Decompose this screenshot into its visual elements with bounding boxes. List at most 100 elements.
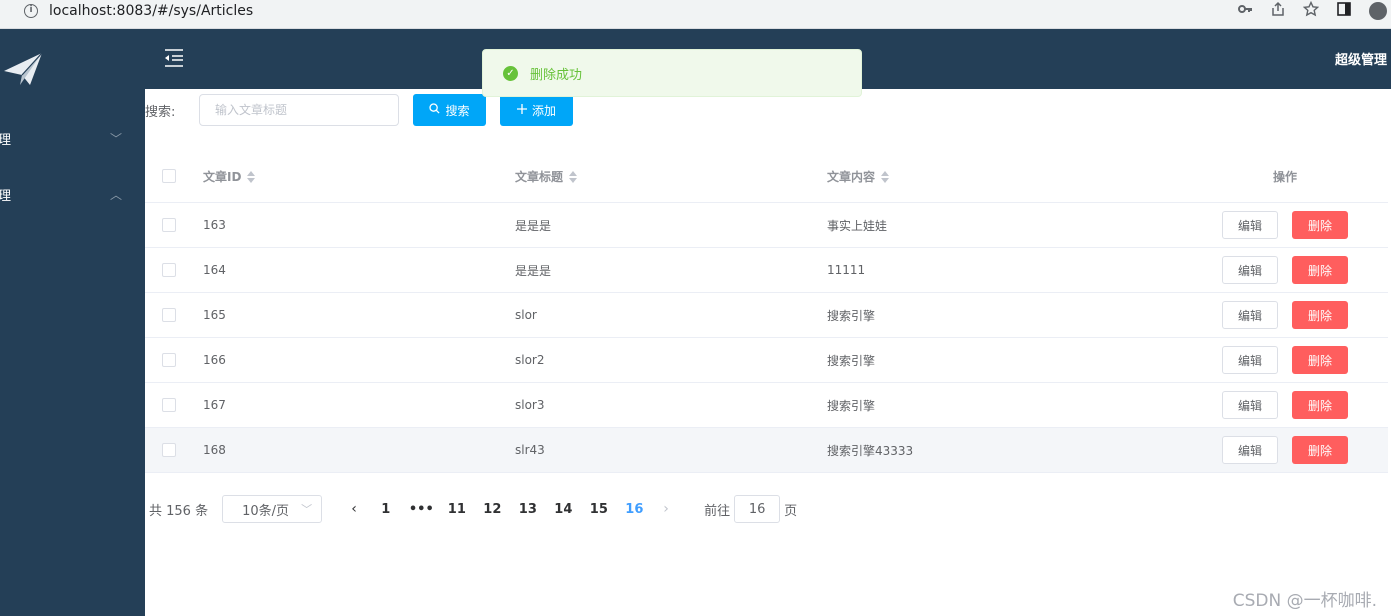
cell-content: 搜索引擎 bbox=[827, 353, 876, 368]
search-input[interactable] bbox=[199, 94, 399, 126]
add-button[interactable]: 添加 bbox=[500, 94, 573, 126]
cell-content: 搜索引擎43333 bbox=[827, 443, 914, 458]
column-header-label: 文章ID bbox=[203, 169, 242, 184]
sidebar-item-1[interactable]: 理 ﹀ bbox=[0, 110, 145, 166]
table-header-row: 文章ID 文章标题 文章内容 操作 bbox=[145, 150, 1388, 203]
edit-button[interactable]: 编辑 bbox=[1222, 301, 1278, 329]
watermark: CSDN @一杯咖啡. bbox=[1232, 591, 1377, 611]
column-header-label: 文章标题 bbox=[515, 169, 564, 184]
table-row: 166 slor2 搜索引擎 编辑 删除 bbox=[145, 338, 1388, 383]
table-row: 165 slor 搜索引擎 编辑 删除 bbox=[145, 293, 1388, 338]
next-page-button[interactable]: › bbox=[652, 501, 680, 517]
sidepanel-icon[interactable] bbox=[1336, 1, 1352, 21]
cell-id: 164 bbox=[203, 263, 226, 277]
profile-avatar-icon[interactable] bbox=[1369, 2, 1387, 20]
cell-content: 搜索引擎 bbox=[827, 398, 876, 413]
delete-button[interactable]: 删除 bbox=[1292, 436, 1348, 464]
page-number[interactable]: 1 bbox=[368, 502, 404, 517]
page-number[interactable]: 13 bbox=[510, 502, 546, 517]
row-checkbox[interactable] bbox=[162, 353, 176, 367]
url-text[interactable]: localhost:8083/#/sys/Articles bbox=[49, 3, 253, 19]
edit-button[interactable]: 编辑 bbox=[1222, 211, 1278, 239]
page-size-select[interactable]: 10条/页 ﹀ bbox=[222, 495, 323, 523]
row-checkbox[interactable] bbox=[162, 308, 176, 322]
row-checkbox[interactable] bbox=[162, 218, 176, 232]
user-menu[interactable]: 超级管理 bbox=[1335, 49, 1387, 68]
cell-id: 166 bbox=[203, 353, 226, 367]
cell-title: slor2 bbox=[515, 353, 545, 367]
column-header-title[interactable]: 文章标题 bbox=[515, 168, 578, 185]
browser-bar: i localhost:8083/#/sys/Articles bbox=[0, 0, 1391, 29]
chevron-down-icon: ﹀ bbox=[301, 503, 313, 516]
page-ellipsis[interactable]: ••• bbox=[404, 502, 440, 517]
chevron-up-icon: ︿ bbox=[110, 187, 123, 202]
success-check-icon: ✓ bbox=[503, 65, 518, 81]
delete-button[interactable]: 删除 bbox=[1292, 346, 1348, 374]
table-row: 167 slor3 搜索引擎 编辑 删除 bbox=[145, 383, 1388, 428]
page-number[interactable]: 15 bbox=[581, 502, 617, 517]
search-label: 搜索: bbox=[145, 105, 176, 120]
edit-button[interactable]: 编辑 bbox=[1222, 346, 1278, 374]
delete-button[interactable]: 删除 bbox=[1292, 211, 1348, 239]
delete-button[interactable]: 删除 bbox=[1292, 256, 1348, 284]
page-number[interactable]: 11 bbox=[439, 502, 475, 517]
delete-button[interactable]: 删除 bbox=[1292, 391, 1348, 419]
delete-button[interactable]: 删除 bbox=[1292, 301, 1348, 329]
cell-title: slor bbox=[515, 308, 537, 322]
cell-title: slor3 bbox=[515, 398, 545, 412]
site-info-icon[interactable]: i bbox=[24, 4, 38, 18]
sidebar-item-2[interactable]: 理 ︿ bbox=[0, 166, 145, 222]
cell-id: 168 bbox=[203, 443, 226, 457]
goto-prefix: 前往 bbox=[704, 503, 731, 519]
edit-button[interactable]: 编辑 bbox=[1222, 256, 1278, 284]
pagination: 共 156 条 10条/页 ﹀ ‹ 1 ••• 11 12 13 14 15 1… bbox=[149, 495, 797, 523]
success-toast: ✓ 删除成功 bbox=[482, 49, 862, 97]
star-icon[interactable] bbox=[1302, 0, 1320, 21]
key-icon[interactable] bbox=[1237, 1, 1253, 21]
cell-title: 是是是 bbox=[515, 218, 552, 233]
articles-table: 文章ID 文章标题 文章内容 操作 163 是是是 事实上娃娃 编辑 删除 16… bbox=[145, 150, 1388, 473]
search-button[interactable]: 搜索 bbox=[413, 94, 486, 126]
sort-caret-icon[interactable] bbox=[881, 171, 890, 183]
cell-content: 事实上娃娃 bbox=[827, 218, 888, 233]
cell-content: 11111 bbox=[827, 263, 866, 277]
goto-suffix: 页 bbox=[784, 503, 798, 519]
page-number[interactable]: 14 bbox=[546, 502, 582, 517]
plus-icon bbox=[516, 103, 527, 117]
cell-id: 163 bbox=[203, 218, 226, 232]
collapse-menu-icon[interactable] bbox=[163, 47, 185, 69]
page-number[interactable]: 12 bbox=[475, 502, 511, 517]
sidebar: 理 ﹀ 理 ︿ bbox=[0, 29, 145, 616]
column-header-id[interactable]: 文章ID bbox=[203, 168, 256, 185]
pagination-total: 共 156 条 bbox=[149, 503, 209, 519]
prev-page-button[interactable]: ‹ bbox=[340, 501, 368, 517]
cell-id: 167 bbox=[203, 398, 226, 412]
edit-button[interactable]: 编辑 bbox=[1222, 391, 1278, 419]
row-checkbox[interactable] bbox=[162, 443, 176, 457]
cell-content: 搜索引擎 bbox=[827, 308, 876, 323]
toast-message: 删除成功 bbox=[530, 67, 583, 83]
select-all-checkbox[interactable] bbox=[162, 169, 176, 183]
column-header-operations: 操作 bbox=[1273, 169, 1298, 184]
table-row: 168 slr43 搜索引擎43333 编辑 删除 bbox=[145, 428, 1388, 473]
search-icon bbox=[429, 103, 441, 117]
sort-caret-icon[interactable] bbox=[569, 171, 578, 183]
share-icon[interactable] bbox=[1270, 1, 1286, 21]
cell-title: slr43 bbox=[515, 443, 545, 457]
page-size-value: 10条/页 bbox=[242, 503, 290, 519]
chevron-down-icon: ﹀ bbox=[110, 131, 123, 146]
sidebar-item-label: 理 bbox=[0, 132, 12, 148]
address-bar[interactable]: i localhost:8083/#/sys/Articles bbox=[10, 0, 1236, 22]
table-row: 163 是是是 事实上娃娃 编辑 删除 bbox=[145, 203, 1388, 248]
cell-title: 是是是 bbox=[515, 263, 552, 278]
paper-plane-logo-icon bbox=[4, 51, 44, 90]
sort-caret-icon[interactable] bbox=[247, 171, 256, 183]
edit-button[interactable]: 编辑 bbox=[1222, 436, 1278, 464]
row-checkbox[interactable] bbox=[162, 398, 176, 412]
search-button-label: 搜索 bbox=[445, 103, 470, 118]
column-header-content[interactable]: 文章内容 bbox=[827, 168, 890, 185]
goto-page-input[interactable] bbox=[734, 495, 781, 523]
sidebar-item-label: 理 bbox=[0, 188, 12, 204]
page-number-current[interactable]: 16 bbox=[617, 502, 653, 517]
row-checkbox[interactable] bbox=[162, 263, 176, 277]
